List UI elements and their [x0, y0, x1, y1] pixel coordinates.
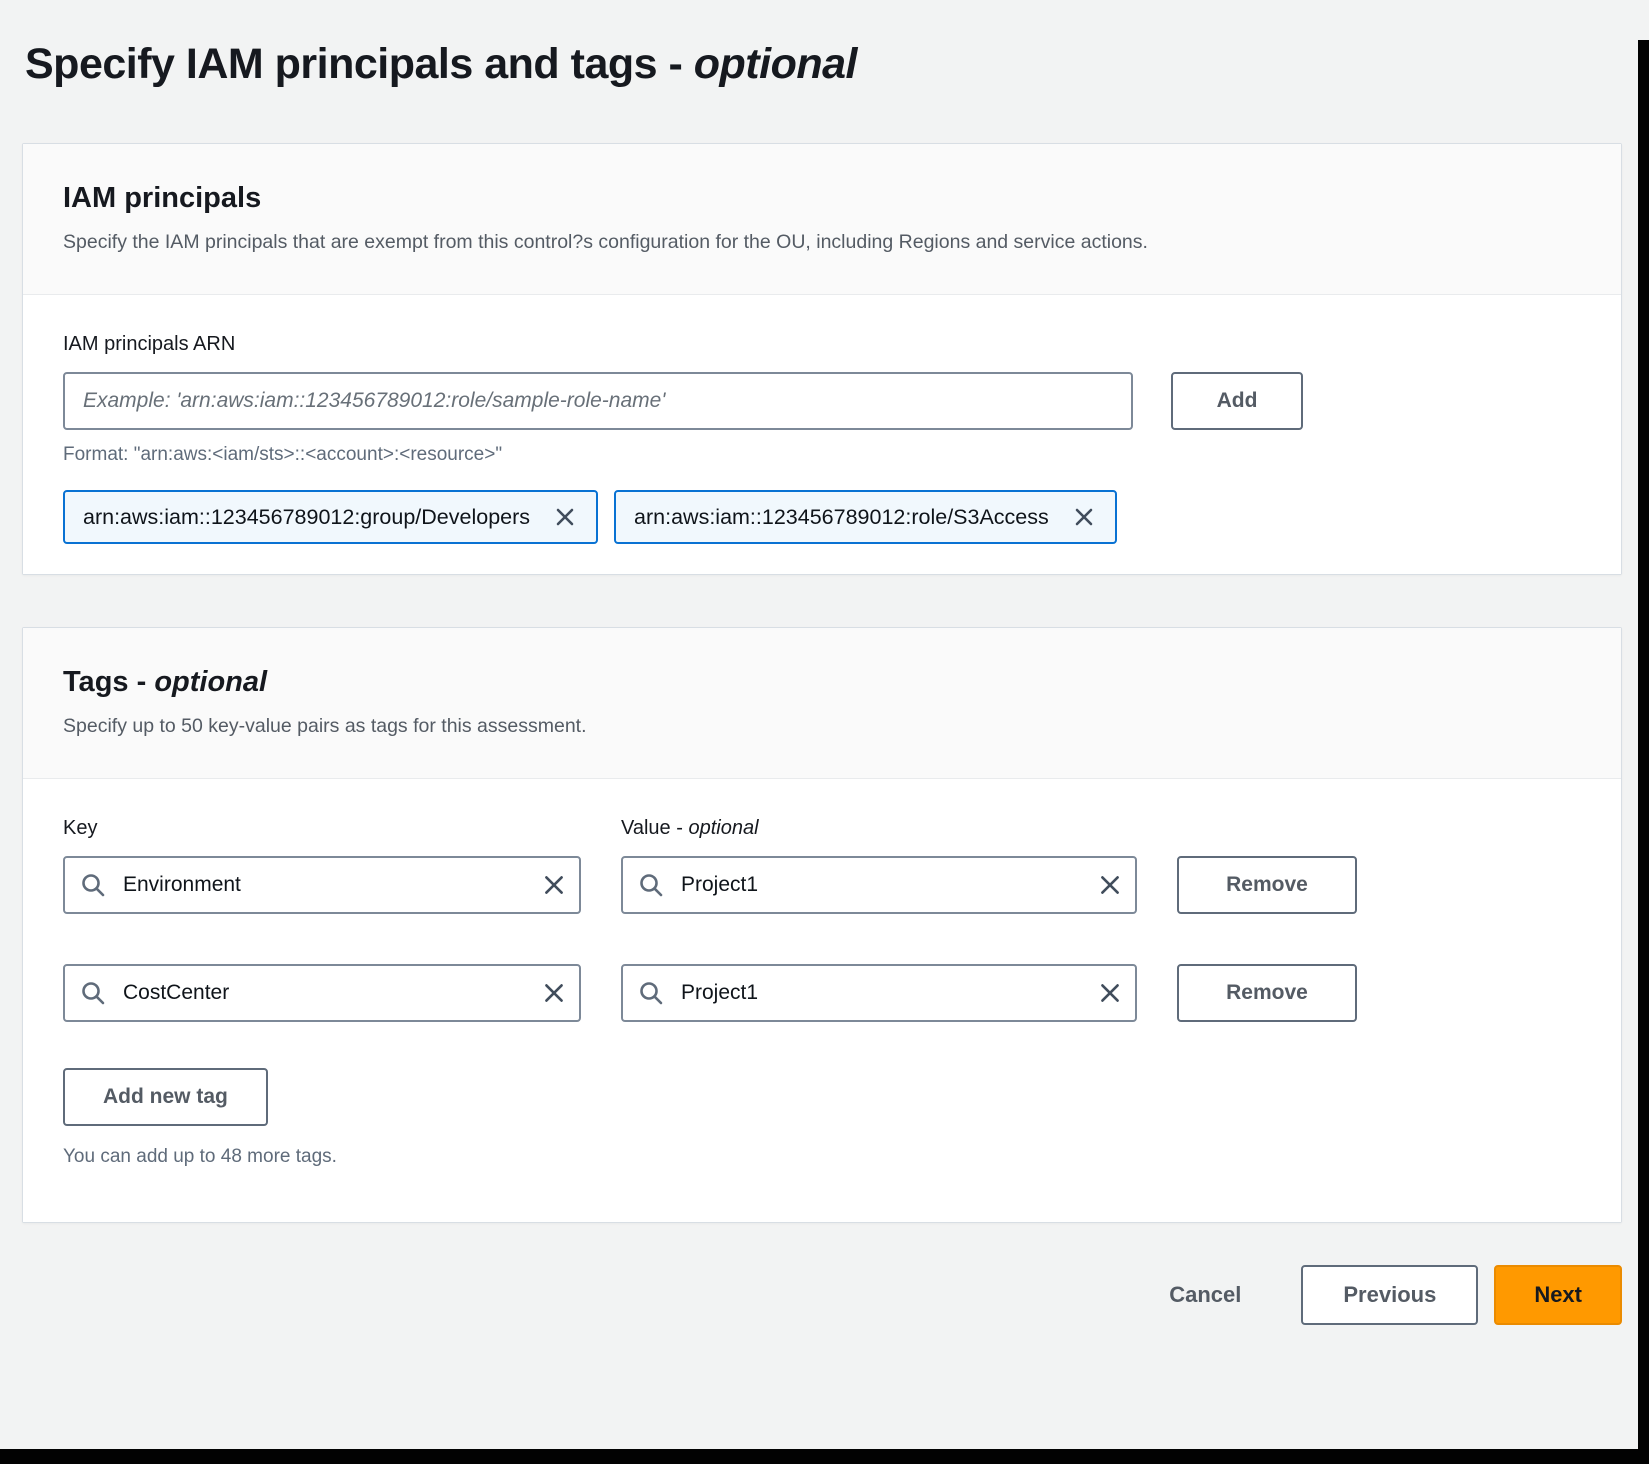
tags-heading-separator: - [128, 666, 155, 698]
value-label-text: Value [621, 817, 671, 839]
tags-card-header: Tags - optional Specify up to 50 key-val… [23, 628, 1621, 779]
arn-input[interactable] [63, 372, 1133, 430]
page-title-optional: optional [693, 40, 858, 88]
arn-token: arn:aws:iam::123456789012:role/S3Access [614, 490, 1117, 544]
clear-value-button[interactable] [1097, 872, 1123, 898]
value-label-optional: optional [688, 817, 759, 839]
iam-principals-card: IAM principals Specify the IAM principal… [22, 143, 1622, 575]
close-icon [1075, 508, 1093, 526]
tags-rows: Remove Remove [63, 856, 1581, 1022]
page-title-text: Specify IAM principals and tags [25, 40, 658, 88]
screenshot-torn-edge-bottom [0, 1449, 1649, 1464]
iam-principals-card-body: IAM principals ARN Add Format: "arn:aws:… [23, 295, 1621, 574]
tags-card-body: Key Value - optional Remove [23, 779, 1621, 1222]
arn-token: arn:aws:iam::123456789012:group/Develope… [63, 490, 599, 544]
iam-principals-heading: IAM principals [63, 182, 262, 214]
page-title-separator: - [657, 40, 694, 88]
page-title: Specify IAM principals and tags - option… [25, 40, 1649, 89]
clear-value-button[interactable] [1097, 980, 1123, 1006]
tags-remaining-hint: You can add up to 48 more tags. [63, 1146, 337, 1167]
arn-token-list: arn:aws:iam::123456789012:group/Develope… [63, 490, 1581, 544]
arn-token-dismiss-button[interactable] [552, 504, 578, 530]
tag-key-field [63, 964, 581, 1022]
tag-value-input[interactable] [621, 856, 1137, 914]
arn-token-label: arn:aws:iam::123456789012:role/S3Access [634, 504, 1049, 529]
tags-heading-text: Tags [63, 666, 129, 698]
arn-token-label: arn:aws:iam::123456789012:group/Develope… [83, 504, 531, 529]
value-column-label: Value - optional [621, 817, 1137, 840]
previous-button[interactable]: Previous [1301, 1265, 1479, 1325]
tags-column-labels: Key Value - optional [63, 817, 1581, 840]
tags-card: Tags - optional Specify up to 50 key-val… [22, 627, 1622, 1223]
next-button[interactable]: Next [1494, 1265, 1622, 1325]
cancel-button[interactable]: Cancel [1169, 1282, 1241, 1308]
tag-key-input[interactable] [63, 964, 581, 1022]
screenshot-torn-edge-right [1638, 40, 1649, 1464]
key-column-label: Key [63, 817, 98, 839]
add-arn-button[interactable]: Add [1171, 372, 1303, 430]
tag-value-field [621, 964, 1137, 1022]
close-icon [1101, 876, 1119, 894]
tag-value-field [621, 856, 1137, 914]
wizard-footer: Cancel Previous Next [0, 1265, 1622, 1325]
tag-key-field [63, 856, 581, 914]
add-new-tag-button[interactable]: Add new tag [63, 1068, 268, 1126]
close-icon [1101, 984, 1119, 1002]
clear-key-button[interactable] [541, 872, 567, 898]
remove-tag-button[interactable]: Remove [1177, 964, 1357, 1022]
close-icon [545, 984, 563, 1002]
arn-field-label: IAM principals ARN [63, 333, 236, 355]
remove-tag-button[interactable]: Remove [1177, 856, 1357, 914]
tags-heading-optional: optional [154, 666, 268, 698]
tag-key-input[interactable] [63, 856, 581, 914]
arn-input-row: Add [63, 372, 1581, 430]
tags-heading: Tags - optional [63, 666, 1581, 699]
tag-value-input[interactable] [621, 964, 1137, 1022]
iam-principals-description: Specify the IAM principals that are exem… [63, 231, 1148, 253]
value-label-separator: - [670, 817, 689, 839]
clear-key-button[interactable] [541, 980, 567, 1006]
tags-description: Specify up to 50 key-value pairs as tags… [63, 715, 587, 737]
arn-token-dismiss-button[interactable] [1071, 504, 1097, 530]
iam-principals-card-header: IAM principals Specify the IAM principal… [23, 144, 1621, 295]
close-icon [545, 876, 563, 894]
arn-format-hint: Format: "arn:aws:<iam/sts>::<account>:<r… [63, 444, 503, 465]
close-icon [556, 508, 574, 526]
empty-column-label [1177, 817, 1357, 840]
